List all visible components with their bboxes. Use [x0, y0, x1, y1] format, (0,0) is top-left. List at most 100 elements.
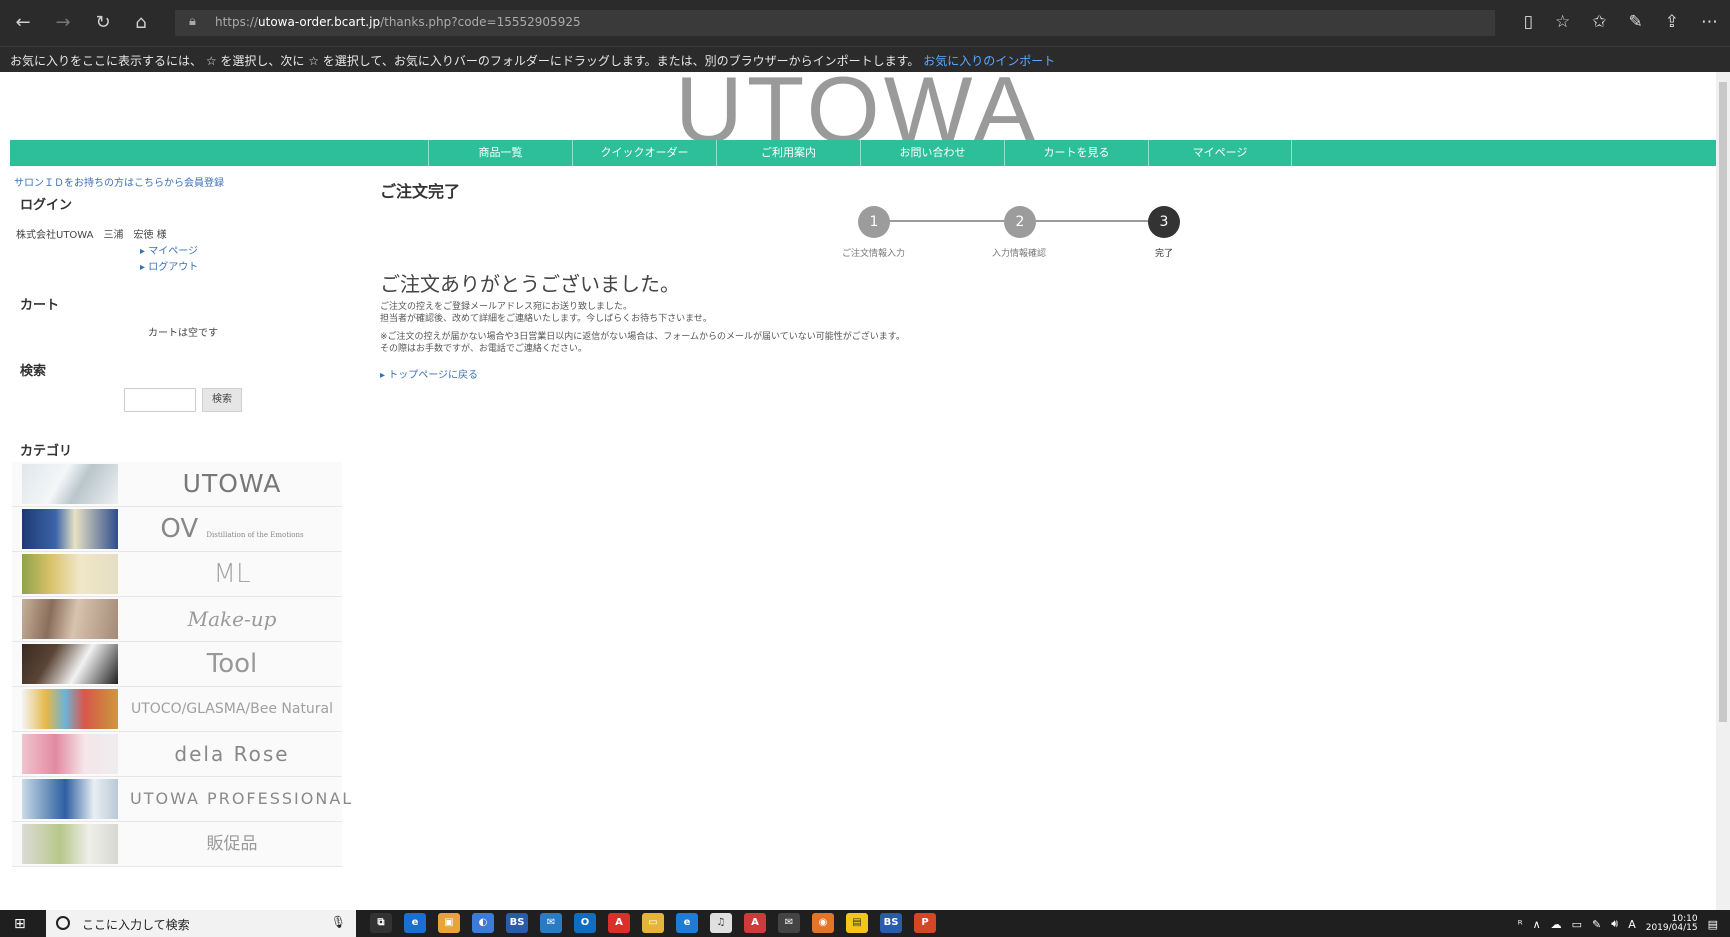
mail-icon[interactable]: ✉: [540, 913, 562, 933]
nav-item-cart[interactable]: カートを見る: [1004, 140, 1148, 166]
nav-item-mypage[interactable]: マイページ: [1148, 140, 1292, 166]
favorite-star-icon[interactable]: ☆: [1555, 12, 1570, 34]
home-icon[interactable]: ⌂: [130, 12, 152, 34]
scrollbar-thumb[interactable]: [1719, 82, 1727, 722]
edge-icon[interactable]: e: [404, 913, 426, 933]
page-scrollbar[interactable]: [1716, 72, 1730, 910]
mypage-link[interactable]: ▸ マイページ: [140, 242, 198, 257]
ime-indicator[interactable]: A: [1628, 918, 1636, 931]
category-dela-rose[interactable]: dela Rose: [12, 732, 342, 777]
acrobat-icon[interactable]: A: [608, 913, 630, 933]
category-thumbnail: [22, 734, 118, 774]
sticky-notes-icon[interactable]: ▤: [846, 913, 868, 933]
refresh-icon[interactable]: ↻: [92, 12, 114, 34]
address-bar[interactable]: 🔒︎ https://utowa-order.bcart.jp/thanks.p…: [175, 10, 1495, 36]
category-label: ML: [213, 559, 251, 589]
bs-app-2-icon[interactable]: BS: [880, 913, 902, 933]
step-1-circle: 1: [858, 206, 890, 238]
cart-heading: カート: [20, 298, 60, 313]
windows-taskbar: ⊞ ここに入力して検索 🎙︎ ⧉ e ▣ ◐ BS ✉ O A ▭ e ♫ A …: [0, 910, 1730, 937]
nav-item-quick-order[interactable]: クイックオーダー: [572, 140, 716, 166]
pen-icon[interactable]: ✎: [1629, 12, 1643, 34]
powerpoint-icon[interactable]: P: [914, 913, 936, 933]
more-icon[interactable]: ⋯: [1701, 12, 1718, 34]
share-icon[interactable]: ⇪: [1665, 12, 1679, 34]
site-logo[interactable]: UTOWA: [675, 72, 1045, 162]
logout-link[interactable]: ▸ ログアウト: [140, 258, 198, 273]
itunes-icon[interactable]: ♫: [710, 913, 732, 933]
step-connector: [1034, 220, 1164, 222]
url-path: /thanks.php?code=15552905925: [380, 15, 581, 29]
category-utoco[interactable]: UTOCO/GLASMA/Bee Natural: [12, 687, 342, 732]
search-input[interactable]: [124, 388, 196, 412]
reading-view-icon[interactable]: ▯: [1524, 12, 1533, 34]
taskbar-search[interactable]: ここに入力して検索 🎙︎: [46, 910, 356, 937]
category-heading: カテゴリ: [20, 444, 73, 459]
network-icon[interactable]: ▭: [1572, 918, 1582, 931]
taskbar-search-placeholder: ここに入力して検索: [82, 918, 190, 932]
nav-menu: 商品一覧 クイックオーダー ご利用案内 お問い合わせ カートを見る マイページ: [428, 140, 1292, 166]
favorites-hub-icon[interactable]: ✩: [1592, 12, 1606, 34]
category-thumbnail: [22, 599, 118, 639]
search-button[interactable]: 検索: [202, 388, 242, 412]
step-2-circle: 2: [1004, 206, 1036, 238]
category-tool[interactable]: Tool: [12, 642, 342, 687]
category-ov[interactable]: OV Distillation of the Emotions: [12, 507, 342, 552]
pdf-app-icon[interactable]: A: [744, 913, 766, 933]
pen-tray-icon[interactable]: ✎: [1592, 918, 1601, 931]
task-view-icon[interactable]: ⧉: [370, 913, 392, 933]
url-text: https://utowa-order.bcart.jp/thanks.php?…: [215, 15, 581, 29]
category-label: dela Rose: [174, 742, 290, 766]
bs-app-icon[interactable]: BS: [506, 913, 528, 933]
favorites-import-link[interactable]: お気に入りのインポート: [923, 54, 1055, 68]
people-tray-icon[interactable]: ᴿ: [1518, 918, 1523, 931]
people-icon[interactable]: ◐: [472, 913, 494, 933]
show-hidden-icon[interactable]: ∧: [1533, 918, 1541, 931]
category-thumbnail: [22, 824, 118, 864]
nav-item-products[interactable]: 商品一覧: [428, 140, 572, 166]
volume-icon[interactable]: 🔊︎: [1611, 917, 1618, 931]
page-title: ご注文完了: [380, 182, 461, 201]
nav-item-contact[interactable]: お問い合わせ: [860, 140, 1004, 166]
category-label: OV Distillation of the Emotions: [130, 507, 334, 551]
category-promo[interactable]: 販促品: [12, 822, 342, 867]
thanks-heading: ご注文ありがとうございました。: [380, 272, 680, 296]
browser-right-icons: ▯ ☆ ✩ ✎ ⇪ ⋯: [1524, 12, 1718, 34]
favorites-message-text: お気に入りをここに表示するには、 ☆ を選択し、次に ☆ を選択して、お気に入り…: [10, 54, 920, 68]
step-2-label: 入力情報確認: [992, 249, 1047, 259]
clock[interactable]: 10:10 2019/04/15: [1646, 915, 1698, 933]
category-thumbnail: [22, 779, 118, 819]
back-arrow-icon[interactable]: ←: [12, 12, 34, 34]
category-thumbnail: [22, 554, 118, 594]
category-list: UTOWA OV Distillation of the Emotions ML…: [12, 462, 351, 867]
forward-arrow-icon[interactable]: →: [52, 12, 74, 34]
browser-toolbar: ← → ↻ ⌂ 🔒︎ https://utowa-order.bcart.jp/…: [0, 0, 1730, 46]
explorer-icon[interactable]: ▭: [642, 913, 664, 933]
category-ml[interactable]: ML: [12, 552, 342, 597]
category-makeup[interactable]: Make-up: [12, 597, 342, 642]
category-utowa-professional[interactable]: UTOWA PROFESSIONAL: [12, 777, 351, 822]
store-icon[interactable]: ▣: [438, 913, 460, 933]
message-line: 担当者が確認後、改めて詳細をご連絡いたします。今しばらくお待ち下さいませ。: [380, 314, 712, 324]
ie-icon[interactable]: e: [676, 913, 698, 933]
onedrive-icon[interactable]: ☁: [1551, 918, 1562, 931]
back-to-top-link[interactable]: ▸ トップページに戻る: [380, 366, 478, 381]
category-thumbnail: [22, 509, 118, 549]
web-page: UTOWA 商品一覧 クイックオーダー ご利用案内 お問い合わせ カートを見る …: [0, 72, 1716, 910]
chrome-icon[interactable]: ◉: [812, 913, 834, 933]
category-thumbnail: [22, 644, 118, 684]
system-tray: ᴿ ∧ ☁ ▭ ✎ 🔊︎ A 10:10 2019/04/15 ▤: [1518, 914, 1718, 934]
notification-icon[interactable]: ▤: [1708, 918, 1718, 931]
nav-item-guide[interactable]: ご利用案内: [716, 140, 860, 166]
taskbar-apps: ⧉ e ▣ ◐ BS ✉ O A ▭ e ♫ A ✉ ◉ ▤ BS P: [370, 913, 936, 935]
windows-start-icon[interactable]: ⊞: [14, 915, 32, 933]
salon-register-link[interactable]: サロンＩＤをお持ちの方はこちらから会員登録: [14, 174, 224, 189]
category-thumbnail: [22, 689, 118, 729]
category-label: Make-up: [187, 607, 277, 631]
mailbox-icon[interactable]: ✉: [778, 913, 800, 933]
category-utowa[interactable]: UTOWA: [12, 462, 342, 507]
microphone-icon[interactable]: 🎙︎: [331, 915, 346, 929]
step-connector: [888, 220, 1020, 222]
login-heading: ログイン: [20, 198, 73, 213]
outlook-icon[interactable]: O: [574, 913, 596, 933]
